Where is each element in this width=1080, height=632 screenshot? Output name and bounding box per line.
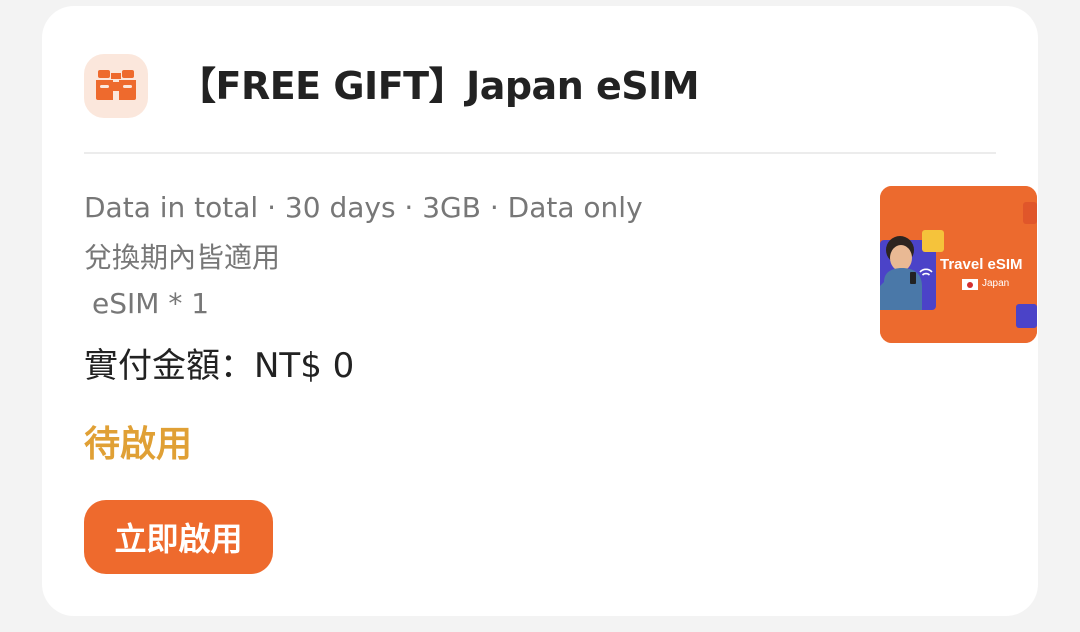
status-label: 待啟用 <box>84 424 193 465</box>
card-header: 【FREE GIFT】Japan eSIM <box>84 54 996 148</box>
product-image-subtitle: Japan <box>982 278 1010 289</box>
product-image: Travel eSIM Japan <box>880 186 1037 343</box>
product-image-title: Travel eSIM <box>940 256 1023 273</box>
quantity-text: eSIM * 1 <box>92 287 210 320</box>
price-text: 實付金額：NT$ 0 <box>84 346 355 386</box>
card-title: 【FREE GIFT】Japan eSIM <box>178 64 700 108</box>
plan-summary: Data in total · 30 days · 3GB · Data onl… <box>84 191 643 224</box>
activate-button[interactable]: 立即啟用 <box>84 500 273 574</box>
binoculars-icon <box>84 54 148 118</box>
validity-text: 兌換期內皆適用 <box>84 241 281 274</box>
japan-flag-icon <box>962 279 978 290</box>
divider <box>84 152 996 154</box>
